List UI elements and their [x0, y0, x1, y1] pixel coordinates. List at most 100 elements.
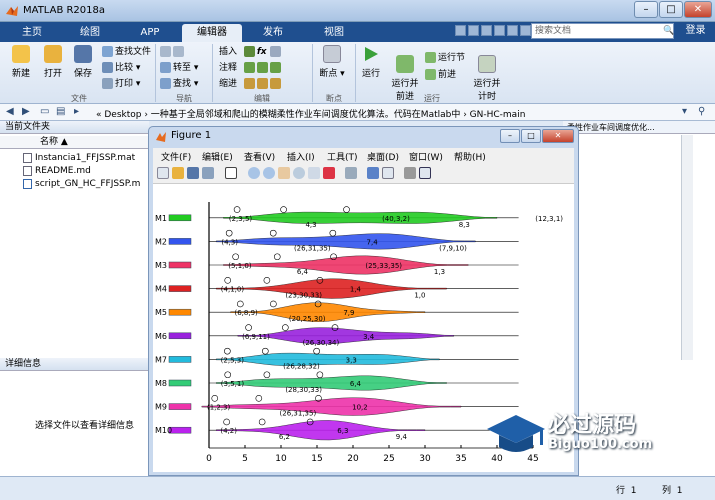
- data-label: 3,3: [346, 356, 357, 364]
- open-button[interactable]: 打开: [38, 45, 68, 79]
- print-button[interactable]: 打印 ▾: [102, 77, 140, 91]
- minimize-button[interactable]: –: [634, 1, 658, 18]
- qat-copy-icon[interactable]: [481, 25, 492, 36]
- path-dropdown-icon[interactable]: ▾: [682, 106, 687, 117]
- indent-button[interactable]: 缩进: [219, 77, 283, 91]
- forward-arrow-icon[interactable]: ▶: [22, 106, 30, 117]
- search-input[interactable]: 搜索文档: [531, 23, 674, 39]
- data-label: (5,1,0): [228, 262, 252, 270]
- save-button[interactable]: 保存: [68, 45, 98, 79]
- zoom-in-icon[interactable]: [248, 167, 260, 179]
- qat-cut-icon[interactable]: [468, 25, 479, 36]
- menu-desktop[interactable]: 桌面(D): [367, 150, 399, 163]
- run-time-icon: [478, 55, 496, 73]
- file-item[interactable]: README.md: [23, 165, 91, 177]
- menu-view[interactable]: 查看(V): [244, 150, 275, 163]
- breakpoints-button[interactable]: 断点 ▾: [316, 45, 348, 79]
- show-plot-tools-icon[interactable]: [419, 167, 431, 179]
- pan-icon[interactable]: [278, 167, 290, 179]
- qat-paste-icon[interactable]: [494, 25, 505, 36]
- tab-publish[interactable]: 发布: [253, 24, 293, 42]
- compare-icon: [102, 62, 113, 73]
- figure-minimize-button[interactable]: –: [500, 129, 520, 143]
- folder-options-icon[interactable]: ▸: [74, 106, 79, 117]
- data-point-circle: [211, 395, 219, 402]
- tab-view[interactable]: 视图: [314, 24, 354, 42]
- nav-back-forward[interactable]: [160, 45, 186, 59]
- menu-insert[interactable]: 插入(I): [287, 150, 315, 163]
- menu-file[interactable]: 文件(F): [161, 150, 191, 163]
- data-label: (20,25,30): [289, 315, 326, 323]
- data-cursor-icon[interactable]: [308, 167, 320, 179]
- legend-icon[interactable]: [382, 167, 394, 179]
- print-figure-icon[interactable]: [202, 167, 214, 179]
- find-button[interactable]: 查找 ▾: [160, 77, 198, 91]
- current-path[interactable]: « Desktop › 一种基于全局邻域和爬山的模糊柔性作业车间调度优化算法。代…: [96, 107, 525, 120]
- folder-up-icon[interactable]: ▭: [40, 106, 49, 117]
- advance-icon: [425, 69, 436, 80]
- pointer-icon[interactable]: [225, 167, 237, 179]
- figure-close-button[interactable]: ✕: [542, 129, 574, 143]
- open-file-icon[interactable]: [172, 167, 184, 179]
- file-item[interactable]: script_GN_HC_FFJSSP.m: [23, 178, 140, 190]
- file-item[interactable]: Instancia1_FFJSSP.mat: [23, 152, 135, 164]
- save-figure-icon[interactable]: [187, 167, 199, 179]
- figure-maximize-button[interactable]: □: [521, 129, 541, 143]
- tab-home[interactable]: 主页: [12, 24, 52, 42]
- hide-plot-tools-icon[interactable]: [404, 167, 416, 179]
- insert-menu-icon: [269, 46, 281, 57]
- link-plot-icon[interactable]: [345, 167, 357, 179]
- back-arrow-icon[interactable]: ◀: [6, 106, 14, 117]
- qat-undo-icon[interactable]: [507, 25, 518, 36]
- qat-redo-icon[interactable]: [520, 25, 531, 36]
- machine-marker: [168, 308, 192, 316]
- goto-button[interactable]: 转至 ▾: [160, 61, 198, 75]
- run-section-button[interactable]: 运行节: [425, 51, 465, 65]
- search-folder-icon[interactable]: ⚲: [698, 106, 705, 117]
- data-point-circle: [224, 371, 232, 379]
- wrap-comment-icon: [269, 62, 281, 73]
- browse-folder-icon[interactable]: ▤: [56, 106, 65, 117]
- rotate-icon[interactable]: [293, 167, 305, 179]
- find-files-button[interactable]: 查找文件: [102, 45, 151, 59]
- zoom-out-icon[interactable]: [263, 167, 275, 179]
- tab-apps[interactable]: APP: [130, 24, 170, 42]
- data-label: 10,2: [352, 404, 368, 412]
- new-button[interactable]: 新建: [5, 45, 37, 79]
- run-button[interactable]: 运行: [357, 45, 385, 79]
- comment-button[interactable]: 注释: [219, 61, 283, 75]
- category-label: M3: [155, 261, 167, 270]
- menu-tools[interactable]: 工具(T): [327, 150, 358, 163]
- graduation-cap-icon: [487, 415, 545, 452]
- colorbar-icon[interactable]: [367, 167, 379, 179]
- menu-edit[interactable]: 编辑(E): [202, 150, 233, 163]
- editor-tab-header[interactable]: 柔性作业车间调度优化...: [563, 121, 715, 134]
- new-figure-icon[interactable]: [157, 167, 169, 179]
- tab-editor[interactable]: 编辑器: [182, 24, 242, 42]
- watermark-text: 必过源码: [548, 412, 637, 438]
- advance-label: 前进: [438, 70, 457, 80]
- menu-window[interactable]: 窗口(W): [409, 150, 443, 163]
- menu-help[interactable]: 帮助(H): [454, 150, 486, 163]
- x-tick-label: 35: [455, 454, 466, 464]
- data-point-circle: [282, 324, 289, 331]
- brush-icon[interactable]: [323, 167, 335, 179]
- maximize-button[interactable]: □: [659, 1, 683, 18]
- qat-save-icon[interactable]: [455, 25, 466, 36]
- tab-plots[interactable]: 绘图: [70, 24, 110, 42]
- open-label: 打开: [43, 69, 62, 79]
- editor-scrollbar[interactable]: [681, 135, 693, 360]
- data-label: 1,0: [414, 292, 425, 300]
- compare-button[interactable]: 比较 ▾: [102, 61, 140, 75]
- uncomment-icon: [256, 62, 268, 73]
- group-label-run: 运行: [424, 94, 440, 103]
- comment-icon: [243, 62, 255, 73]
- insert-button[interactable]: 插入 fx: [219, 45, 283, 59]
- advance-button[interactable]: 前进: [425, 68, 456, 82]
- window-title: MATLAB R2018a: [23, 5, 106, 16]
- login-button[interactable]: 登录: [678, 23, 713, 39]
- search-icon[interactable]: 🔍: [663, 26, 674, 36]
- group-label-file: 文件: [71, 94, 87, 103]
- close-button[interactable]: ✕: [684, 1, 712, 18]
- name-column-header[interactable]: 名称 ▲: [0, 136, 149, 149]
